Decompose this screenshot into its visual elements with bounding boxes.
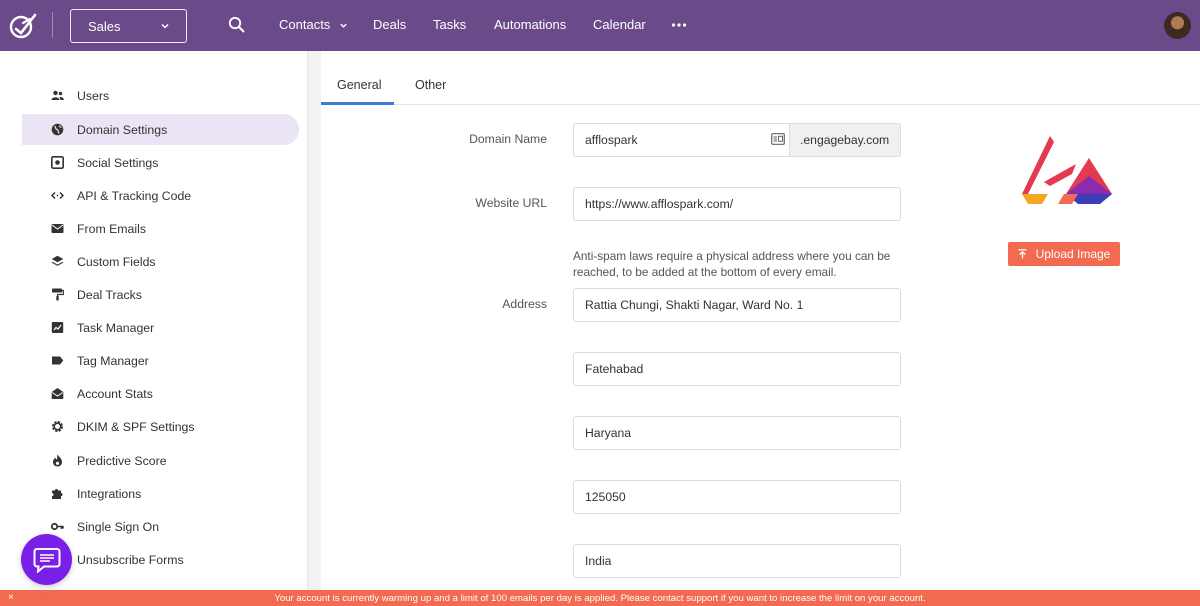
fire-icon [53,454,62,467]
domain-name-input[interactable]: afflospark [573,123,790,157]
sidebar-item-label: Predictive Score [77,454,167,468]
nav-contacts[interactable]: Contacts [279,17,348,32]
module-select[interactable]: Sales [70,9,187,43]
warmup-notice-banner: × Your account is currently warming up a… [0,590,1200,606]
close-icon[interactable]: × [8,592,14,603]
search-icon[interactable] [228,16,245,33]
sidebar-item-label: Social Settings [77,156,159,170]
sidebar-item-label: Account Stats [77,387,153,401]
upload-image-button[interactable]: Upload Image [1008,242,1120,266]
paint-roller-icon [52,288,64,301]
sidebar-item-tag-manager[interactable]: Tag Manager [22,345,299,376]
nav-calendar[interactable]: Calendar [593,17,646,32]
sidebar-item-label: Integrations [77,487,142,501]
id-card-icon [771,133,785,145]
sidebar-item-social-settings[interactable]: Social Settings [22,147,299,178]
more-horizontal-icon[interactable] [671,19,687,31]
engagebay-logo-icon[interactable] [8,11,38,41]
sidebar-item-label: Domain Settings [77,123,168,137]
sidebar-item-custom-fields[interactable]: Custom Fields [22,246,299,277]
logo-divider [52,12,53,38]
nav-contacts-label: Contacts [279,17,331,32]
sidebar-item-label: API & Tracking Code [77,189,192,203]
sidebar-item-label: DKIM & SPF Settings [77,420,195,434]
puzzle-icon [52,489,63,499]
domain-suffix-addon: .engagebay.com [790,123,901,157]
sidebar-item-label: Unsubscribe Forms [77,553,184,567]
sidebar-item-label: Custom Fields [77,255,156,269]
sidebar-item-domain-settings[interactable]: Domain Settings [22,114,299,145]
sidebar-item-label: Deal Tracks [77,288,142,302]
tag-icon [52,356,64,365]
company-logo-image [1022,136,1112,204]
domain-name-label: Domain Name [469,132,547,146]
address-help-text: Anti-spam laws require a physical addres… [573,249,891,279]
code-icon [51,191,64,200]
chevron-down-icon [340,23,347,28]
layers-icon [51,255,64,266]
address-country-input[interactable]: India [573,544,901,578]
key-icon [51,522,64,531]
sidebar-item-from-emails[interactable]: From Emails [22,213,299,244]
sidebar-item-label: Task Manager [77,321,155,335]
sidebar-item-integrations[interactable]: Integrations [22,478,299,509]
address-state-input[interactable]: Haryana [573,416,901,450]
globe-icon [51,123,64,136]
gear-icon [51,420,64,433]
user-avatar[interactable] [1164,12,1191,39]
upload-icon [1018,249,1027,259]
sidebar-item-account-stats[interactable]: Account Stats [22,378,299,409]
envelope-icon [51,224,64,233]
sidebar-item-single-sign-on[interactable]: Single Sign On [22,511,299,542]
upload-image-label: Upload Image [1035,247,1111,261]
address-line-1-input[interactable]: Rattia Chungi, Shakti Nagar, Ward No. 1 [573,288,901,322]
sidebar-item-label: From Emails [77,222,147,236]
active-tab-indicator [321,102,394,105]
tab-general[interactable]: General [337,78,381,92]
sidebar-item-predictive-score[interactable]: Predictive Score [22,445,299,476]
settings-sidebar: Users Domain Settings Social Settings AP… [0,51,308,590]
users-icon [51,90,64,100]
task-icon [51,322,64,333]
sidebar-item-api-tracking-code[interactable]: API & Tracking Code [22,180,299,211]
banner-message: Your account is currently warming up and… [274,592,926,604]
social-icon [51,156,64,169]
nav-tasks[interactable]: Tasks [433,17,466,32]
sidebar-item-dkim-spf-settings[interactable]: DKIM & SPF Settings [22,411,299,442]
address-zip-input[interactable]: 125050 [573,480,901,514]
address-label: Address [502,297,547,311]
top-navigation-bar: Sales Contacts Deals Tasks Automations C… [0,0,1200,51]
settings-tabs: General Other [321,51,1200,105]
website-url-input[interactable]: https://www.afflospark.com/ [573,187,901,221]
sidebar-item-users[interactable]: Users [22,80,299,111]
envelope-open-icon [51,388,64,399]
tab-other[interactable]: Other [415,78,446,92]
chat-icon [33,547,60,573]
sidebar-item-label: Single Sign On [77,520,160,534]
module-select-value: Sales [88,18,121,34]
address-city-input[interactable]: Fatehabad [573,352,901,386]
sidebar-item-label: Users [77,89,110,103]
nav-deals[interactable]: Deals [373,17,406,32]
sidebar-item-deal-tracks[interactable]: Deal Tracks [22,279,299,310]
chevron-down-icon [161,23,169,29]
sidebar-item-task-manager[interactable]: Task Manager [22,312,299,343]
chat-widget-button[interactable] [21,534,72,585]
sidebar-item-label: Tag Manager [77,354,149,368]
settings-main-panel: General Other Domain Name afflospark .en… [321,51,1200,590]
nav-automations[interactable]: Automations [494,17,566,32]
website-url-label: Website URL [475,196,547,210]
